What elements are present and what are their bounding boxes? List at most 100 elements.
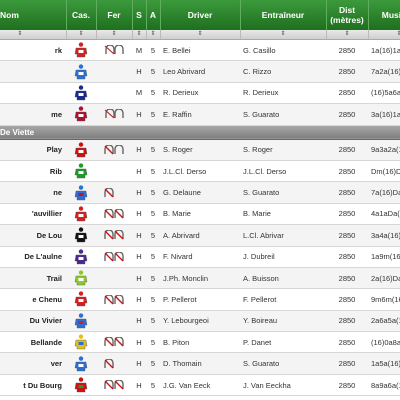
horse-name[interactable]: me bbox=[0, 103, 66, 126]
horse-name[interactable] bbox=[0, 60, 66, 83]
distance-cell: 2850 bbox=[326, 181, 368, 204]
distance-cell: 2850 bbox=[326, 352, 368, 375]
table-row[interactable]: H5Leo AbrivardC. Rizzo28507a2a(16)1a1a bbox=[0, 60, 400, 83]
horse-name[interactable]: rk bbox=[0, 39, 66, 62]
horse-name[interactable]: e Chenu bbox=[0, 288, 66, 311]
sex-cell: M bbox=[132, 82, 146, 105]
sort-icon[interactable]: ⇕ bbox=[368, 30, 400, 40]
trainer-cell: S. Roger bbox=[240, 139, 326, 161]
column-header-distance[interactable]: Dist (mètres) bbox=[326, 0, 369, 30]
distance-cell: 2850 bbox=[326, 139, 368, 161]
table-row[interactable]: t Du Bourg H 5 J.G. Van Eeck J. Van Eeckha 28… bbox=[0, 374, 400, 397]
shoeing-icon bbox=[96, 246, 132, 268]
group-label: De Viette bbox=[0, 125, 400, 140]
jockey-silk-icon bbox=[66, 352, 96, 375]
table-row[interactable]: De L'aulne H 5 F. Nivard J. Dubreil 2850 1a9m(… bbox=[0, 246, 400, 268]
horse-name[interactable]: 'auvillier bbox=[0, 203, 66, 226]
horse-name[interactable]: Play bbox=[0, 139, 66, 161]
sex-cell: H bbox=[132, 139, 146, 161]
sort-icon[interactable]: ⇕ bbox=[0, 30, 67, 40]
driver-cell: D. Thomain bbox=[160, 352, 240, 375]
table-row[interactable]: e Chenu H 5 P. Pellerot F. Pellerot 2850 9m6m(… bbox=[0, 288, 400, 311]
distance-cell: 2850 bbox=[326, 331, 368, 354]
shoeing-icon bbox=[96, 181, 132, 204]
sort-icon[interactable]: ⇕ bbox=[160, 30, 241, 40]
age-cell: 5 bbox=[146, 203, 160, 226]
horse-name[interactable]: Rib bbox=[0, 160, 66, 183]
horse-name[interactable]: ne bbox=[0, 181, 66, 204]
horse-name[interactable]: De L'aulne bbox=[0, 246, 66, 268]
sex-cell: M bbox=[132, 39, 146, 62]
driver-cell: R. Derieux bbox=[160, 82, 240, 105]
shoeing-icon bbox=[96, 160, 132, 183]
table-row[interactable]: Bellande H5B. PitonP. Danet2850(16)0a8aDa… bbox=[0, 331, 400, 354]
column-header-driver[interactable]: Driver bbox=[160, 0, 241, 30]
table-row[interactable]: me H5E. RaffinS. Guarato28503a(16)1a4a2a bbox=[0, 103, 400, 126]
table-row[interactable]: rk M5E. BelleiG. Casillo28501a(16)1a1a1a bbox=[0, 39, 400, 62]
table-header-row: Nom Cas. Fer S A Driver Entraîneur Dist … bbox=[0, 0, 400, 30]
sex-cell: H bbox=[132, 181, 146, 204]
table-row[interactable]: Trail H 5 J.Ph. Monclin A. Buisson 2850 2a(16)… bbox=[0, 267, 400, 290]
sex-cell: H bbox=[132, 60, 146, 83]
column-header-musique[interactable]: Musique bbox=[368, 0, 400, 30]
table-row[interactable]: 'auvillierH5B. MarieB. Marie28504a1aDa(1… bbox=[0, 203, 400, 226]
driver-cell: Y. Lebourgeoi bbox=[160, 310, 240, 333]
table-row[interactable]: ver H5D. ThomainS. Guarato28501a5a(16)Da2… bbox=[0, 352, 400, 375]
musique-cell: 3a(16)1a4a2a bbox=[368, 103, 400, 126]
shoeing-icon bbox=[96, 310, 132, 333]
jockey-silk-icon bbox=[66, 331, 96, 354]
horse-name[interactable]: Bellande bbox=[0, 331, 66, 354]
age-cell: 5 bbox=[146, 288, 160, 311]
jockey-silk-icon bbox=[66, 82, 96, 105]
horse-name[interactable]: ver bbox=[0, 352, 66, 375]
trainer-cell: F. Pellerot bbox=[240, 288, 326, 311]
table-row[interactable]: PlayH5S. RogerS. Roger28509a3a2a(16)6a bbox=[0, 139, 400, 161]
musique-cell: 1a(16)1a1a1a bbox=[368, 39, 400, 62]
table-row[interactable]: ne H5G. DelauneS. Guarato28507a(16)Da1a2a bbox=[0, 181, 400, 204]
sort-row: ⇕ ⇕ ⇕ ⇕ ⇕ ⇕ ⇕ ⇕ ⇕ bbox=[0, 30, 400, 40]
column-header-entraineur[interactable]: Entraîneur bbox=[240, 0, 327, 30]
column-header-fer[interactable]: Fer bbox=[96, 0, 133, 30]
shoeing-icon bbox=[96, 224, 132, 247]
sort-icon[interactable]: ⇕ bbox=[96, 30, 133, 40]
column-header-nom[interactable]: Nom bbox=[0, 0, 67, 30]
race-table-window: Nom Cas. Fer S A Driver Entraîneur Dist … bbox=[0, 0, 400, 400]
sort-icon[interactable]: ⇕ bbox=[132, 30, 147, 40]
age-cell: 5 bbox=[146, 374, 160, 397]
musique-cell: 9m6m(16)4m7 bbox=[368, 288, 400, 311]
age-cell: 5 bbox=[146, 246, 160, 268]
horse-name[interactable]: Trail bbox=[0, 267, 66, 290]
table-row[interactable]: Du Vivier H 5 Y. Lebourgeoi Y. Boireau 2850 2a… bbox=[0, 310, 400, 333]
column-header-age[interactable]: A bbox=[146, 0, 161, 30]
musique-cell: 2a6a5a(16)1a bbox=[368, 310, 400, 333]
sort-icon[interactable]: ⇕ bbox=[146, 30, 161, 40]
horse-name[interactable]: De Lou bbox=[0, 224, 66, 247]
musique-cell: Dm(16)Da9m6 bbox=[368, 160, 400, 183]
sort-icon[interactable]: ⇕ bbox=[240, 30, 327, 40]
trainer-cell: S. Guarato bbox=[240, 181, 326, 204]
table-row[interactable]: M5R. DerieuxR. Derieux2850(16)5a6a7a1a bbox=[0, 82, 400, 105]
table-row[interactable]: Rib H 5 J.L.Cl. Derso J.L.Cl. Derso 2850 Dm(16… bbox=[0, 160, 400, 183]
sort-icon[interactable]: ⇕ bbox=[326, 30, 369, 40]
driver-cell: J.Ph. Monclin bbox=[160, 267, 240, 290]
musique-cell: 2a(16)Da7a1a bbox=[368, 267, 400, 290]
age-cell: 5 bbox=[146, 267, 160, 290]
distance-cell: 2850 bbox=[326, 60, 368, 83]
jockey-silk-icon bbox=[66, 160, 96, 183]
sort-icon[interactable]: ⇕ bbox=[66, 30, 97, 40]
horse-name[interactable]: t Du Bourg bbox=[0, 374, 66, 397]
horse-name[interactable] bbox=[0, 82, 66, 105]
horse-name[interactable]: Du Vivier bbox=[0, 310, 66, 333]
column-header-sexe[interactable]: S bbox=[132, 0, 147, 30]
driver-cell: J.G. Van Eeck bbox=[160, 374, 240, 397]
distance-cell: 2850 bbox=[326, 246, 368, 268]
driver-cell: P. Pellerot bbox=[160, 288, 240, 311]
jockey-silk-icon bbox=[66, 246, 96, 268]
table-row[interactable]: De Lou H 5 A. Abrivard L.Cl. Abrivar 2850 3a4a… bbox=[0, 224, 400, 247]
jockey-silk-icon bbox=[66, 181, 96, 204]
jockey-silk-icon bbox=[66, 103, 96, 126]
column-header-casaque[interactable]: Cas. bbox=[66, 0, 97, 30]
sex-cell: H bbox=[132, 267, 146, 290]
musique-cell: 1a9m(16)2a1a bbox=[368, 246, 400, 268]
musique-cell: (16)5a6a7a1a bbox=[368, 82, 400, 105]
